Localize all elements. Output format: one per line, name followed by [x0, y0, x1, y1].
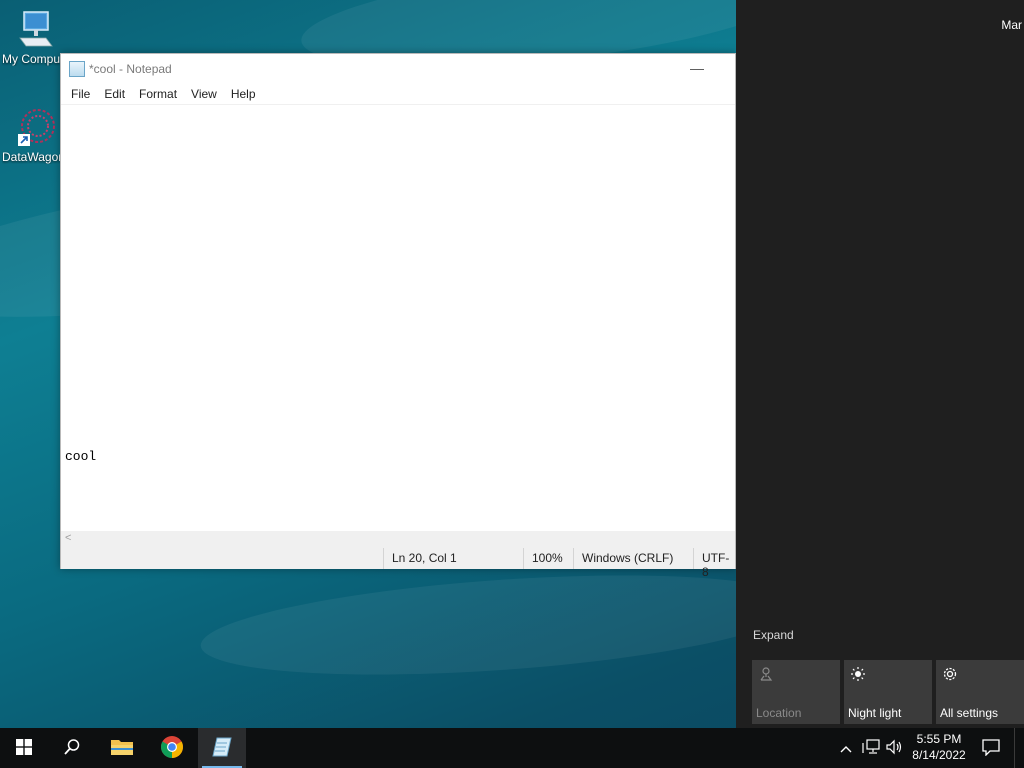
status-position: Ln 20, Col 1 — [383, 548, 523, 569]
network-button[interactable] — [860, 728, 882, 768]
document-text[interactable]: cool — [65, 449, 96, 464]
menu-bar: File Edit Format View Help — [61, 84, 735, 104]
quick-action-location[interactable]: Location — [752, 660, 840, 724]
datawagon-icon — [16, 108, 56, 148]
menu-format[interactable]: Format — [132, 87, 184, 101]
clock-date: 8/14/2022 — [912, 748, 966, 762]
tile-label: Night light — [848, 706, 902, 720]
minimize-button[interactable]: — — [689, 60, 705, 76]
menu-help[interactable]: Help — [224, 87, 263, 101]
notepad-window[interactable]: *cool - Notepad — File Edit Format View … — [60, 53, 736, 579]
computer-icon — [16, 10, 56, 50]
search-icon — [63, 738, 81, 759]
menu-file[interactable]: File — [64, 87, 97, 101]
chevron-up-icon — [840, 740, 852, 756]
notepad-app-icon — [69, 61, 85, 77]
night-light-icon — [850, 666, 866, 686]
action-center-panel: Mar Expand Location Night light All sett… — [736, 0, 1024, 728]
title-bar[interactable]: *cool - Notepad — — [61, 54, 735, 84]
tile-label: All settings — [940, 706, 999, 720]
desktop-icon-label: My Computer — [2, 52, 62, 66]
clock-time: 5:55 PM — [916, 732, 962, 746]
status-encoding: UTF-8 — [693, 548, 735, 579]
expand-link[interactable]: Expand — [753, 628, 794, 642]
show-hidden-icons-button[interactable] — [836, 728, 856, 768]
notification-icon — [982, 738, 1000, 759]
taskbar: 5:55 PM 8/14/2022 — [0, 728, 1024, 768]
quick-action-night-light[interactable]: Night light — [844, 660, 932, 724]
notepad-icon — [211, 736, 233, 761]
location-icon — [758, 666, 774, 686]
text-editor-area[interactable]: cool — [61, 104, 735, 531]
clock[interactable]: 5:55 PM 8/14/2022 — [908, 731, 970, 763]
desktop-icon-label: DataWagon — [2, 150, 62, 164]
action-center-button[interactable] — [976, 728, 1006, 768]
volume-icon — [886, 739, 904, 758]
volume-button[interactable] — [884, 728, 906, 768]
window-title: *cool - Notepad — [89, 62, 172, 76]
status-spacer — [61, 548, 383, 569]
status-zoom: 100% — [523, 548, 573, 569]
search-button[interactable] — [48, 728, 96, 768]
file-explorer-icon — [110, 737, 134, 760]
network-icon — [862, 738, 880, 758]
horizontal-scrollbar[interactable]: < — [61, 531, 735, 548]
chrome-icon — [160, 735, 184, 762]
desktop-icon-my-computer[interactable]: My Computer — [2, 10, 62, 66]
show-desktop-button[interactable] — [1014, 728, 1024, 768]
tile-label: Location — [756, 706, 802, 720]
status-bar: Ln 20, Col 1 100% Windows (CRLF) UTF-8 — [61, 548, 735, 579]
gear-icon — [942, 666, 958, 686]
scroll-left-icon[interactable]: < — [65, 532, 71, 544]
start-button[interactable] — [0, 728, 48, 768]
wallpaper-wave — [197, 559, 803, 691]
start-icon — [16, 738, 32, 758]
quick-action-all-settings[interactable]: All settings — [936, 660, 1024, 724]
user-name: Mar — [1001, 18, 1022, 32]
file-explorer-button[interactable] — [98, 728, 146, 768]
menu-edit[interactable]: Edit — [97, 87, 132, 101]
menu-view[interactable]: View — [184, 87, 224, 101]
notepad-taskbar-button[interactable] — [198, 728, 246, 768]
desktop-icon-datawagon[interactable]: DataWagon — [2, 108, 62, 164]
chrome-button[interactable] — [148, 728, 196, 768]
status-line-ending: Windows (CRLF) — [573, 548, 693, 569]
